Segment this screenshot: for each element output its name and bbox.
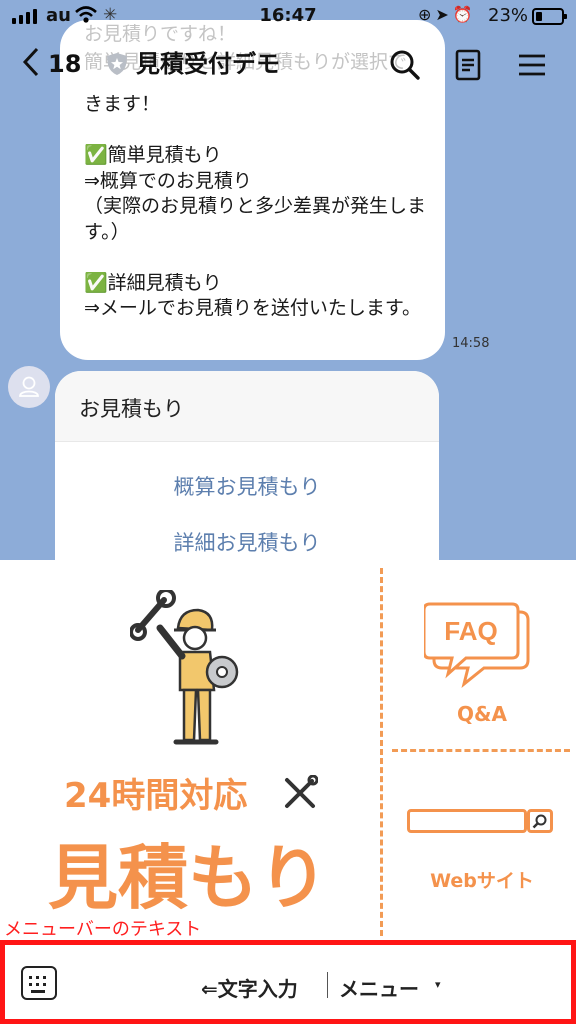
caret-down-icon[interactable]: ▾ xyxy=(435,978,441,991)
rich-menu-headline: 24時間対応 xyxy=(64,776,248,816)
text-input-toggle[interactable]: ⇐文字入力 xyxy=(201,973,298,1002)
verified-shield-icon xyxy=(106,52,128,76)
status-icons: ⊕➤⏰ xyxy=(418,5,477,24)
worker-illustration xyxy=(129,588,239,745)
card-title: お見積もり xyxy=(55,371,439,442)
menu-toggle[interactable]: メニュー xyxy=(339,973,419,1002)
annotation-label: メニューバーのテキスト xyxy=(4,919,202,940)
rotation-lock-icon: ⊕ xyxy=(418,5,436,24)
notes-icon[interactable] xyxy=(453,48,489,82)
battery-icon xyxy=(532,8,567,25)
person-icon xyxy=(19,376,39,397)
option-rough-estimate[interactable]: 概算お見積もり xyxy=(55,471,439,501)
keyboard-icon[interactable] xyxy=(21,966,57,1000)
rich-menu-divider-horizontal xyxy=(392,749,570,752)
rich-menu-big-text: 見積もり xyxy=(48,837,328,919)
location-icon: ➤ xyxy=(435,5,453,24)
web-search-button-icon xyxy=(527,809,553,833)
avatar[interactable] xyxy=(8,366,50,408)
qa-label[interactable]: Q&A xyxy=(392,702,572,726)
rich-menu: 24時間対応 見積もり FAQ Q&A Webサイト xyxy=(0,560,576,938)
chat-header: 18 見積受付デモ xyxy=(0,36,576,94)
quote-card: お見積もり 概算お見積もり 詳細お見積もり xyxy=(55,371,439,560)
menu-icon[interactable] xyxy=(516,48,552,82)
web-search-box-icon xyxy=(407,809,527,833)
unread-count[interactable]: 18 xyxy=(48,48,81,80)
faq-speech-bubble-icon: FAQ xyxy=(422,602,530,688)
search-icon[interactable] xyxy=(388,48,424,82)
faq-area[interactable]: FAQ xyxy=(422,594,534,698)
menu-bar-separator xyxy=(327,972,328,998)
message-time: 14:58 xyxy=(452,336,490,351)
back-chevron-icon[interactable] xyxy=(20,44,42,91)
status-bar: au ✳ 16:47 ⊕➤⏰ 23% xyxy=(0,0,576,34)
estimate-area[interactable] xyxy=(129,588,270,764)
chat-title: 見積受付デモ xyxy=(136,50,280,78)
battery-percent: 23% xyxy=(488,5,529,26)
tools-icon xyxy=(282,774,319,815)
message-text: きます！ ✅簡単見積もり ⇒概算でのお見積り （実際のお見積りと多少差異が発生し… xyxy=(84,93,427,319)
faq-icon-text: FAQ xyxy=(444,616,497,646)
option-detailed-estimate[interactable]: 詳細お見積もり xyxy=(55,527,439,557)
rich-menu-divider-vertical xyxy=(380,568,383,936)
website-label[interactable]: Webサイト xyxy=(392,866,572,893)
menu-bar: ⇐文字入力 メニュー ▾ xyxy=(0,940,576,1024)
alarm-icon: ⏰ xyxy=(452,5,477,24)
chat-area: お見積りですね！ 簡単見積もりと詳細見積もりが選択で きます！ ✅簡単見積もり … xyxy=(0,0,576,560)
